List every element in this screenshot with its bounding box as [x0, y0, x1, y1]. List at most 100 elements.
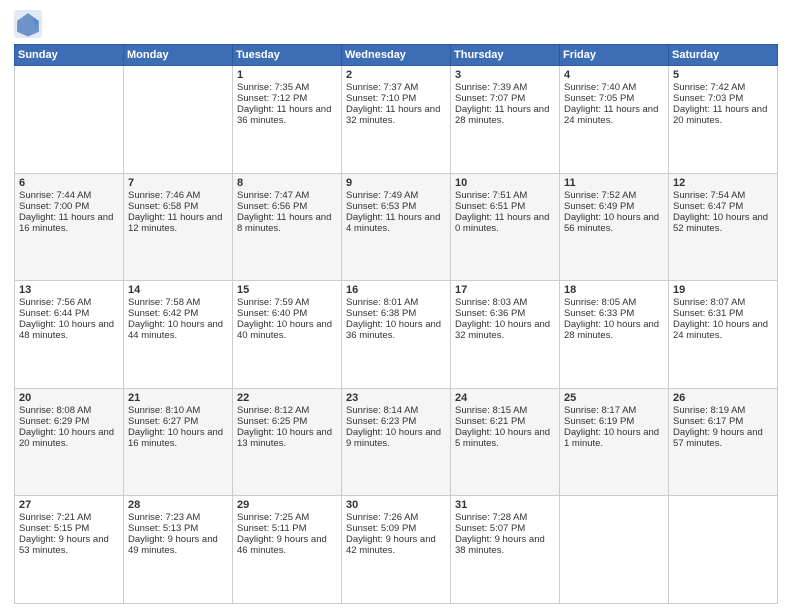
- calendar-cell: 21Sunrise: 8:10 AMSunset: 6:27 PMDayligh…: [124, 388, 233, 496]
- calendar-cell: 30Sunrise: 7:26 AMSunset: 5:09 PMDayligh…: [342, 496, 451, 604]
- calendar-cell: 9Sunrise: 7:49 AMSunset: 6:53 PMDaylight…: [342, 173, 451, 281]
- daylight-text: Daylight: 11 hours and 36 minutes.: [237, 104, 337, 126]
- daylight-text: Daylight: 9 hours and 53 minutes.: [19, 534, 119, 556]
- sunset-text: Sunset: 6:23 PM: [346, 416, 446, 427]
- daylight-text: Daylight: 10 hours and 52 minutes.: [673, 212, 773, 234]
- calendar-cell: 3Sunrise: 7:39 AMSunset: 7:07 PMDaylight…: [451, 66, 560, 174]
- sunrise-text: Sunrise: 7:28 AM: [455, 512, 555, 523]
- calendar-cell: 13Sunrise: 7:56 AMSunset: 6:44 PMDayligh…: [15, 281, 124, 389]
- sunset-text: Sunset: 6:29 PM: [19, 416, 119, 427]
- sunrise-text: Sunrise: 7:26 AM: [346, 512, 446, 523]
- sunrise-text: Sunrise: 7:58 AM: [128, 297, 228, 308]
- day-number: 1: [237, 69, 337, 81]
- sunrise-text: Sunrise: 7:42 AM: [673, 82, 773, 93]
- daylight-text: Daylight: 10 hours and 24 minutes.: [673, 319, 773, 341]
- logo: [14, 10, 46, 38]
- calendar-cell: 14Sunrise: 7:58 AMSunset: 6:42 PMDayligh…: [124, 281, 233, 389]
- calendar-cell: 12Sunrise: 7:54 AMSunset: 6:47 PMDayligh…: [669, 173, 778, 281]
- sunrise-text: Sunrise: 7:51 AM: [455, 190, 555, 201]
- logo-icon: [14, 10, 42, 38]
- daylight-text: Daylight: 11 hours and 24 minutes.: [564, 104, 664, 126]
- day-number: 27: [19, 499, 119, 511]
- sunrise-text: Sunrise: 7:21 AM: [19, 512, 119, 523]
- daylight-text: Daylight: 10 hours and 56 minutes.: [564, 212, 664, 234]
- page: SundayMondayTuesdayWednesdayThursdayFrid…: [0, 0, 792, 612]
- day-of-week-header: Friday: [560, 45, 669, 66]
- daylight-text: Daylight: 10 hours and 1 minute.: [564, 427, 664, 449]
- sunrise-text: Sunrise: 8:10 AM: [128, 405, 228, 416]
- day-number: 9: [346, 177, 446, 189]
- sunrise-text: Sunrise: 7:35 AM: [237, 82, 337, 93]
- daylight-text: Daylight: 9 hours and 46 minutes.: [237, 534, 337, 556]
- sunset-text: Sunset: 6:40 PM: [237, 308, 337, 319]
- daylight-text: Daylight: 11 hours and 28 minutes.: [455, 104, 555, 126]
- calendar-week-row: 6Sunrise: 7:44 AMSunset: 7:00 PMDaylight…: [15, 173, 778, 281]
- calendar-cell: [560, 496, 669, 604]
- calendar-cell: 24Sunrise: 8:15 AMSunset: 6:21 PMDayligh…: [451, 388, 560, 496]
- calendar-cell: 28Sunrise: 7:23 AMSunset: 5:13 PMDayligh…: [124, 496, 233, 604]
- sunrise-text: Sunrise: 8:15 AM: [455, 405, 555, 416]
- day-number: 22: [237, 392, 337, 404]
- sunrise-text: Sunrise: 8:01 AM: [346, 297, 446, 308]
- calendar-cell: 2Sunrise: 7:37 AMSunset: 7:10 PMDaylight…: [342, 66, 451, 174]
- calendar-header-row: SundayMondayTuesdayWednesdayThursdayFrid…: [15, 45, 778, 66]
- calendar-table: SundayMondayTuesdayWednesdayThursdayFrid…: [14, 44, 778, 604]
- daylight-text: Daylight: 9 hours and 49 minutes.: [128, 534, 228, 556]
- sunrise-text: Sunrise: 7:25 AM: [237, 512, 337, 523]
- day-number: 26: [673, 392, 773, 404]
- sunrise-text: Sunrise: 7:54 AM: [673, 190, 773, 201]
- daylight-text: Daylight: 10 hours and 16 minutes.: [128, 427, 228, 449]
- day-number: 15: [237, 284, 337, 296]
- day-number: 21: [128, 392, 228, 404]
- calendar-week-row: 1Sunrise: 7:35 AMSunset: 7:12 PMDaylight…: [15, 66, 778, 174]
- daylight-text: Daylight: 10 hours and 5 minutes.: [455, 427, 555, 449]
- calendar-cell: 29Sunrise: 7:25 AMSunset: 5:11 PMDayligh…: [233, 496, 342, 604]
- day-number: 10: [455, 177, 555, 189]
- sunrise-text: Sunrise: 8:05 AM: [564, 297, 664, 308]
- day-number: 20: [19, 392, 119, 404]
- sunset-text: Sunset: 5:15 PM: [19, 523, 119, 534]
- calendar-cell: 7Sunrise: 7:46 AMSunset: 6:58 PMDaylight…: [124, 173, 233, 281]
- calendar-cell: 17Sunrise: 8:03 AMSunset: 6:36 PMDayligh…: [451, 281, 560, 389]
- day-number: 6: [19, 177, 119, 189]
- header: [14, 10, 778, 38]
- day-number: 25: [564, 392, 664, 404]
- day-number: 16: [346, 284, 446, 296]
- day-number: 7: [128, 177, 228, 189]
- sunset-text: Sunset: 6:19 PM: [564, 416, 664, 427]
- sunset-text: Sunset: 6:31 PM: [673, 308, 773, 319]
- sunset-text: Sunset: 6:21 PM: [455, 416, 555, 427]
- day-number: 13: [19, 284, 119, 296]
- sunset-text: Sunset: 7:05 PM: [564, 93, 664, 104]
- calendar-cell: 31Sunrise: 7:28 AMSunset: 5:07 PMDayligh…: [451, 496, 560, 604]
- calendar-cell: 27Sunrise: 7:21 AMSunset: 5:15 PMDayligh…: [15, 496, 124, 604]
- daylight-text: Daylight: 10 hours and 28 minutes.: [564, 319, 664, 341]
- day-number: 3: [455, 69, 555, 81]
- calendar-cell: 20Sunrise: 8:08 AMSunset: 6:29 PMDayligh…: [15, 388, 124, 496]
- calendar-cell: 6Sunrise: 7:44 AMSunset: 7:00 PMDaylight…: [15, 173, 124, 281]
- sunset-text: Sunset: 6:51 PM: [455, 201, 555, 212]
- day-number: 4: [564, 69, 664, 81]
- day-of-week-header: Monday: [124, 45, 233, 66]
- sunset-text: Sunset: 6:49 PM: [564, 201, 664, 212]
- sunset-text: Sunset: 6:17 PM: [673, 416, 773, 427]
- daylight-text: Daylight: 9 hours and 57 minutes.: [673, 427, 773, 449]
- daylight-text: Daylight: 11 hours and 32 minutes.: [346, 104, 446, 126]
- day-number: 19: [673, 284, 773, 296]
- day-of-week-header: Tuesday: [233, 45, 342, 66]
- sunrise-text: Sunrise: 7:39 AM: [455, 82, 555, 93]
- daylight-text: Daylight: 10 hours and 36 minutes.: [346, 319, 446, 341]
- day-number: 30: [346, 499, 446, 511]
- day-number: 5: [673, 69, 773, 81]
- sunrise-text: Sunrise: 7:46 AM: [128, 190, 228, 201]
- sunset-text: Sunset: 5:07 PM: [455, 523, 555, 534]
- calendar-cell: 25Sunrise: 8:17 AMSunset: 6:19 PMDayligh…: [560, 388, 669, 496]
- sunset-text: Sunset: 5:13 PM: [128, 523, 228, 534]
- daylight-text: Daylight: 10 hours and 32 minutes.: [455, 319, 555, 341]
- day-of-week-header: Sunday: [15, 45, 124, 66]
- daylight-text: Daylight: 11 hours and 0 minutes.: [455, 212, 555, 234]
- sunrise-text: Sunrise: 8:07 AM: [673, 297, 773, 308]
- sunrise-text: Sunrise: 7:40 AM: [564, 82, 664, 93]
- sunrise-text: Sunrise: 7:23 AM: [128, 512, 228, 523]
- sunset-text: Sunset: 6:47 PM: [673, 201, 773, 212]
